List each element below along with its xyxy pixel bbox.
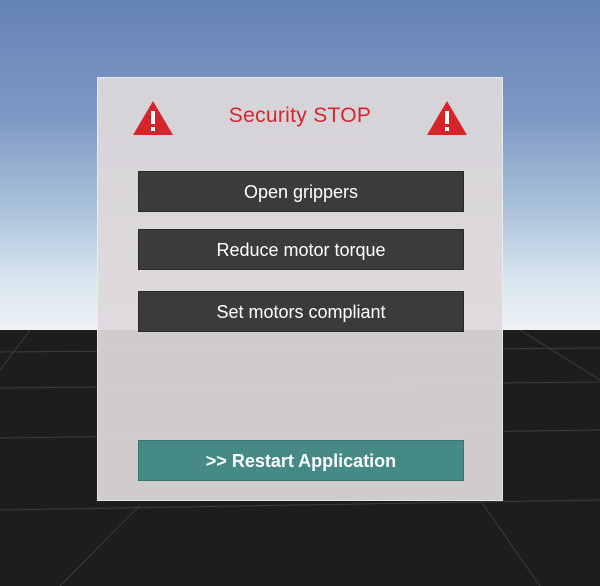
restart-application-button[interactable]: >> Restart Application — [138, 440, 464, 481]
set-motors-compliant-button[interactable]: Set motors compliant — [138, 291, 464, 332]
dialog-header: Security STOP — [98, 78, 502, 158]
reduce-motor-torque-button[interactable]: Reduce motor torque — [138, 229, 464, 270]
open-grippers-button[interactable]: Open grippers — [138, 171, 464, 212]
security-stop-dialog: Security STOP Open grippers Reduce motor… — [97, 77, 503, 501]
warning-triangle-icon — [427, 101, 467, 135]
